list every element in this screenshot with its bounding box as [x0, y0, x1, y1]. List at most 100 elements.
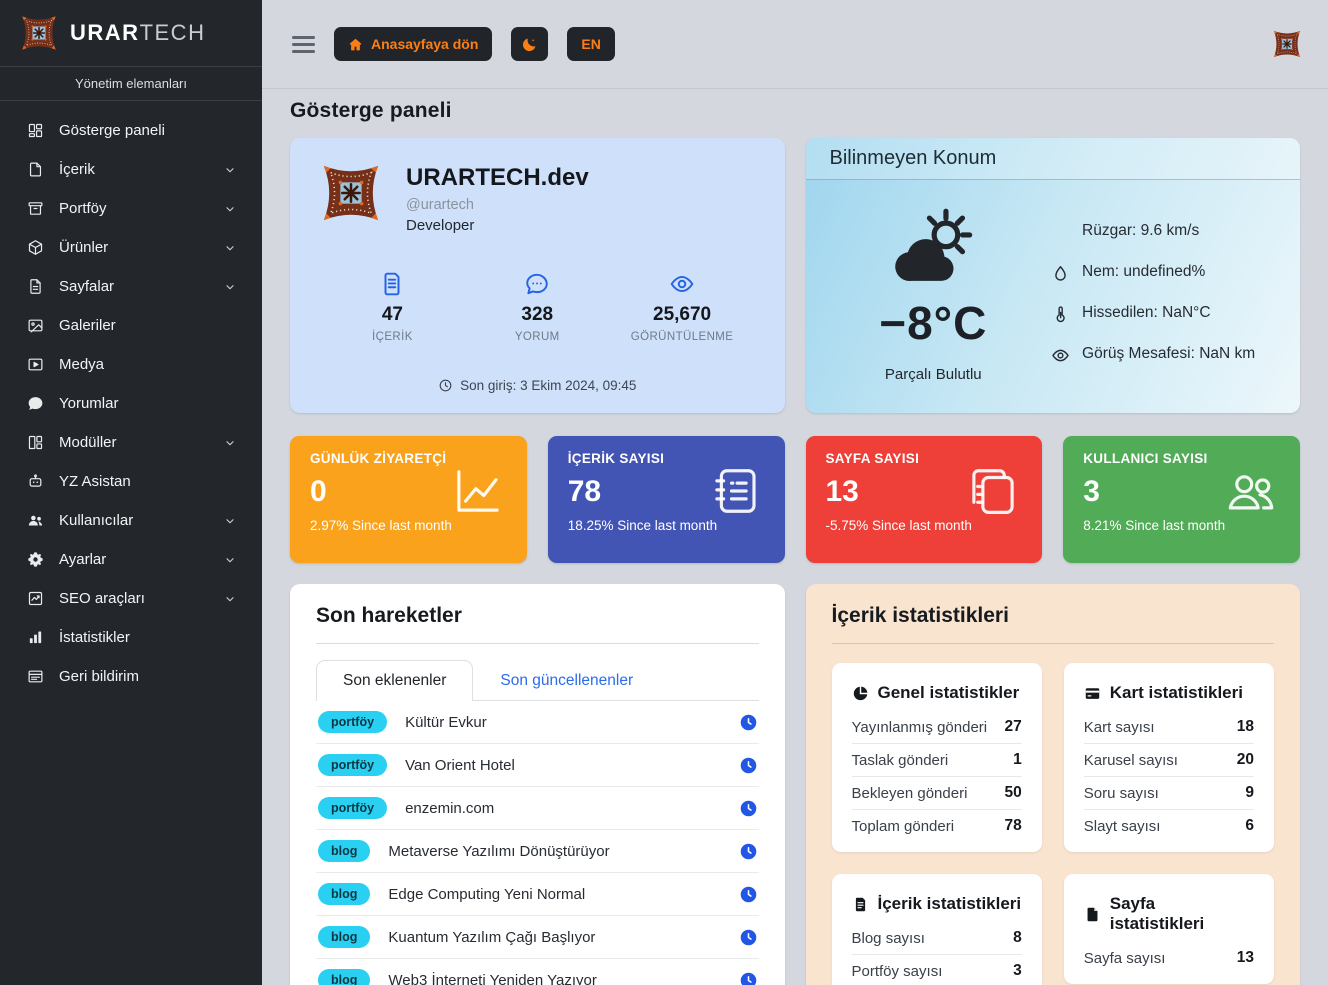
recent-activities-card: Son hareketler Son eklenenlerSon güncell… [290, 584, 785, 985]
statistic-label: Blog sayısı [852, 930, 925, 947]
activity-row[interactable]: portföy Van Orient Hotel [316, 744, 759, 787]
sidebar-item[interactable]: SEO araçları [0, 579, 262, 618]
activity-badge: blog [318, 926, 370, 948]
activity-badge: portföy [318, 711, 387, 733]
activity-row[interactable]: blog Web3 İnterneti Yeniden Yazıyor [316, 959, 759, 985]
urartu-logo-icon [20, 14, 58, 52]
statistic-label: Yayınlanmış gönderi [852, 719, 988, 736]
weather-card: Bilinmeyen Konum −8°C Parçalı Bulutlu Rü… [806, 138, 1301, 413]
statistic-value: 20 [1237, 751, 1254, 769]
chevron-down-icon [224, 554, 236, 566]
activity-title: Kültür Evkur [405, 714, 721, 731]
sidebar-item[interactable]: Gösterge paneli [0, 111, 262, 150]
weather-location: Bilinmeyen Konum [806, 138, 1301, 180]
sidebar-item[interactable]: Yorumlar [0, 384, 262, 423]
statistics-sub-card: Kart istatistikleri Kart sayısı 18 Karus… [1064, 663, 1274, 852]
brand[interactable]: URARTECH [0, 0, 262, 66]
content-statistics-title: İçerik istatistikleri [832, 604, 1275, 628]
sub-card-title: Sayfa istatistikleri [1110, 894, 1254, 934]
activity-row[interactable]: portföy enzemin.com [316, 787, 759, 830]
sub-card-title: Genel istatistikler [878, 683, 1020, 703]
weather-detail: Nem: undefined% [1051, 263, 1274, 283]
dashboard-icon [27, 122, 44, 139]
sidebar-item[interactable]: Sayfalar [0, 267, 262, 306]
sidebar-item-label: Yorumlar [59, 395, 209, 412]
clock-fill-icon [740, 800, 757, 817]
sidebar-item-label: İçerik [59, 161, 209, 178]
profile-stats: 47 İÇERİK 328 YORUM 25,670 GÖRÜNTÜLENME [320, 271, 755, 343]
portfolio-icon [27, 200, 44, 217]
sidebar-item[interactable]: Ayarlar [0, 540, 262, 579]
sidebar-item[interactable]: Kullanıcılar [0, 501, 262, 540]
statistic-label: Kart sayısı [1084, 719, 1155, 736]
weather-detail: Hissedilen: NaN°C [1051, 304, 1274, 324]
sub-card-rows: Kart sayısı 18 Karusel sayısı 20 Soru sa… [1084, 711, 1254, 842]
weather-detail-text: Nem: undefined% [1082, 263, 1205, 281]
statistic-value: 13 [1237, 949, 1254, 967]
activity-row[interactable]: portföy Kültür Evkur [316, 701, 759, 744]
sidebar-item[interactable]: Ürünler [0, 228, 262, 267]
activities-tab[interactable]: Son güncellenenler [473, 660, 660, 701]
sidebar-item-label: Portföy [59, 200, 209, 217]
brand-name-bold: URAR [70, 20, 140, 45]
language-button[interactable]: EN [567, 27, 614, 61]
statistic-label: Sayfa sayısı [1084, 950, 1166, 967]
statistic-row: Blog sayısı 8 [852, 922, 1022, 955]
sidebar-item[interactable]: Geri bildirim [0, 657, 262, 696]
sidebar-item[interactable]: Medya [0, 345, 262, 384]
weather-temperature: −8°C [879, 296, 987, 350]
users-icon [27, 512, 44, 529]
clock-fill-icon [740, 929, 757, 946]
moon-icon [521, 36, 538, 53]
statistic-label: Bekleyen gönderi [852, 785, 968, 802]
sidebar-item[interactable]: İstatistikler [0, 618, 262, 657]
sub-card-title: Kart istatistikleri [1110, 683, 1243, 703]
clock-fill-icon [740, 972, 757, 985]
sidebar-item-label: Sayfalar [59, 278, 209, 295]
statistics-icon [27, 629, 44, 646]
sub-card-title: İçerik istatistikleri [878, 894, 1022, 914]
chevron-down-icon [224, 203, 236, 215]
humidity-icon [1051, 263, 1070, 283]
sidebar-item-label: SEO araçları [59, 590, 209, 607]
profile-handle: @urartech [406, 197, 589, 213]
activity-badge: blog [318, 840, 370, 862]
sidebar: URARTECH Yönetim elemanları Gösterge pan… [0, 0, 262, 985]
activity-row[interactable]: blog Kuantum Yazılım Çağı Başlıyor [316, 916, 759, 959]
theme-toggle-button[interactable] [511, 27, 548, 61]
activities-tabs: Son eklenenlerSon güncellenenler [316, 660, 759, 701]
activities-tab[interactable]: Son eklenenler [316, 660, 473, 701]
sidebar-item[interactable]: YZ Asistan [0, 462, 262, 501]
sidebar-item-label: Galeriler [59, 317, 209, 334]
hamburger-icon[interactable] [292, 36, 315, 53]
profile-stat-value: 47 [320, 304, 465, 326]
statistic-row: Kart sayısı 18 [1084, 711, 1254, 744]
sidebar-item[interactable]: Portföy [0, 189, 262, 228]
chevron-down-icon [224, 242, 236, 254]
activity-title: Van Orient Hotel [405, 757, 721, 774]
feedback-icon [27, 668, 44, 685]
sidebar-item-label: Geri bildirim [59, 668, 209, 685]
home-icon [348, 37, 363, 52]
statistics-sub-card: Sayfa istatistikleri Sayfa sayısı 13 [1064, 874, 1274, 984]
activity-title: Web3 İnterneti Yeniden Yazıyor [388, 972, 721, 985]
seo-icon [27, 590, 44, 607]
weather-detail: Görüş Mesafesi: NaN km [1051, 345, 1274, 365]
urartu-logo-icon [320, 162, 382, 224]
profile-stat-value: 25,670 [610, 304, 755, 326]
stat-cards-row: GÜNLÜK ZİYARETÇİ 0 2.97% Since last mont… [290, 436, 1300, 563]
sidebar-item-label: Gösterge paneli [59, 122, 209, 139]
home-button[interactable]: Anasayfaya dön [334, 27, 492, 61]
activity-row[interactable]: blog Edge Computing Yeni Normal [316, 873, 759, 916]
galleries-icon [27, 317, 44, 334]
activity-title: enzemin.com [405, 800, 721, 817]
sidebar-item[interactable]: Modüller [0, 423, 262, 462]
sidebar-item[interactable]: İçerik [0, 150, 262, 189]
statistic-row: Sayfa sayısı 13 [1084, 942, 1254, 974]
last-login-text: Son giriş: 3 Ekim 2024, 09:45 [460, 378, 636, 393]
activity-row[interactable]: blog Metaverse Yazılımı Dönüştürüyor [316, 830, 759, 873]
sidebar-item[interactable]: Galeriler [0, 306, 262, 345]
sidebar-item-label: İstatistikler [59, 629, 209, 646]
stat-card: SAYFA SAYISI 13 -5.75% Since last month [806, 436, 1043, 563]
comments-icon [27, 395, 44, 412]
